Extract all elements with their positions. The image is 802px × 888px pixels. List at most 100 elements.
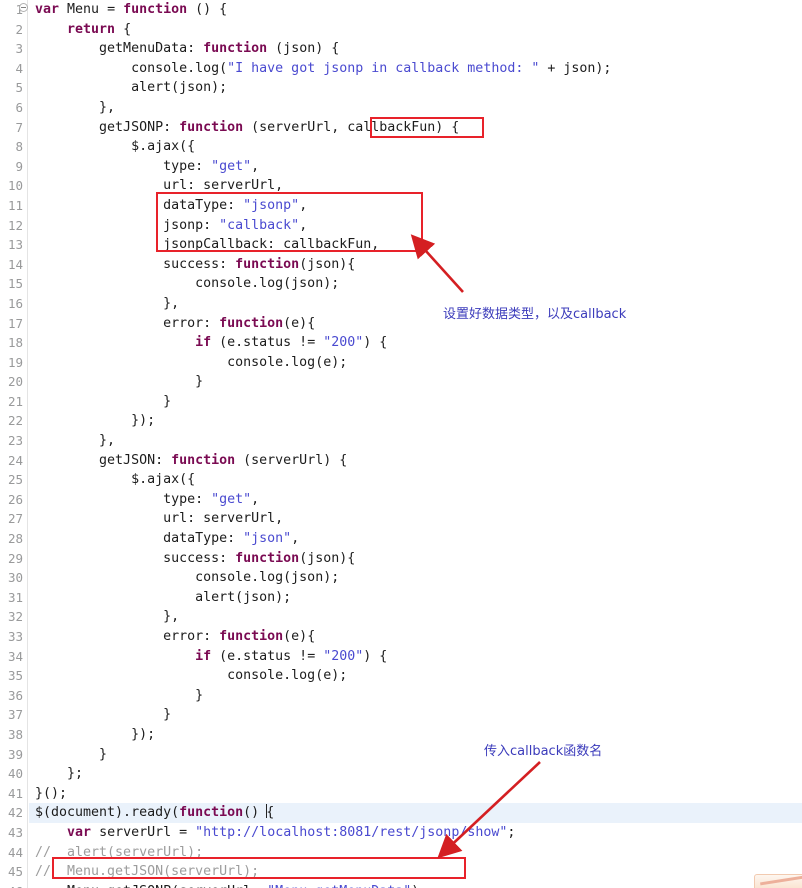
- code-token-plain: }: [35, 393, 172, 409]
- code-token-plain: (json){: [299, 550, 356, 566]
- code-line[interactable]: console.log(json);: [29, 274, 802, 294]
- code-line[interactable]: }: [29, 705, 802, 725]
- code-token-plain: serverUrl =: [91, 824, 196, 840]
- code-token-plain: $(document).ready(: [35, 805, 180, 821]
- code-token-plain: }: [35, 707, 172, 723]
- code-line[interactable]: success: function(json){: [29, 549, 802, 569]
- code-line[interactable]: getJSONP: function (serverUrl, callbackF…: [29, 118, 802, 138]
- line-number: 15: [7, 276, 23, 292]
- line-number: 12: [7, 217, 23, 233]
- anno-pass-callback-name: 传入callback函数名: [484, 744, 603, 759]
- code-line[interactable]: console.log(e);: [29, 353, 802, 373]
- code-line[interactable]: });: [29, 411, 802, 431]
- code-line[interactable]: },: [29, 98, 802, 118]
- code-token-plain: success:: [35, 256, 236, 272]
- line-number: 36: [7, 687, 23, 703]
- code-token-plain: });: [35, 413, 156, 429]
- line-number: 46: [0, 882, 27, 888]
- code-line[interactable]: });: [29, 725, 802, 745]
- code-line[interactable]: console.log("I have got jsonp in callbac…: [29, 59, 802, 79]
- code-token-kw: function: [123, 2, 188, 17]
- code-line-current[interactable]: $(document).ready(function() {: [29, 803, 802, 823]
- code-token-kw: function: [235, 550, 300, 566]
- code-token-str: "Menu.getMenuData": [267, 884, 411, 888]
- code-line[interactable]: url: serverUrl,: [29, 509, 802, 529]
- code-token-plain: $.ajax({: [35, 472, 196, 488]
- code-line[interactable]: }();: [29, 784, 802, 804]
- line-number: 39: [7, 746, 23, 762]
- code-token-kw: var: [67, 824, 92, 840]
- code-line[interactable]: console.log(e);: [29, 666, 802, 686]
- code-line[interactable]: $.ajax({: [29, 470, 802, 490]
- code-token-plain: ,: [299, 217, 308, 233]
- code-line[interactable]: url: serverUrl,: [29, 176, 802, 196]
- code-line[interactable]: },: [29, 294, 802, 314]
- line-number: 25: [7, 472, 23, 488]
- code-line[interactable]: $.ajax({: [29, 137, 802, 157]
- line-number: 34: [7, 648, 23, 664]
- code-line[interactable]: }: [29, 392, 802, 412]
- line-number: 22: [7, 413, 23, 429]
- code-line[interactable]: },: [29, 607, 802, 627]
- line-number: 35: [7, 668, 23, 684]
- line-number: 33: [7, 629, 23, 644]
- code-line[interactable]: jsonp: "callback",: [29, 216, 802, 236]
- code-line[interactable]: success: function(json){: [29, 255, 802, 275]
- code-line[interactable]: getMenuData: function (json) {: [29, 39, 802, 59]
- code-line[interactable]: jsonpCallback: callbackFun,: [29, 235, 802, 255]
- line-number: 40: [7, 766, 23, 782]
- code-content-area[interactable]: var Menu = function () { return { getMen…: [29, 0, 802, 888]
- code-token-plain: },: [35, 295, 180, 311]
- code-line[interactable]: }: [29, 372, 802, 392]
- code-line[interactable]: var Menu = function () {: [29, 0, 802, 20]
- line-number: 10: [7, 178, 23, 194]
- code-token-plain: };: [35, 766, 84, 782]
- line-number: 13: [7, 237, 23, 253]
- code-line[interactable]: }: [29, 745, 802, 765]
- line-number: 30: [7, 570, 23, 586]
- code-line[interactable]: var serverUrl = "http://localhost:8081/r…: [29, 823, 802, 843]
- line-number: 31: [7, 589, 23, 605]
- code-line[interactable]: alert(json);: [29, 78, 802, 98]
- line-number: 5: [15, 80, 23, 96]
- code-line[interactable]: Menu.getJSONP(serverUrl, "Menu.getMenuDa…: [29, 882, 802, 888]
- code-line[interactable]: },: [29, 431, 802, 451]
- line-number: 43: [7, 824, 23, 840]
- code-line[interactable]: if (e.status != "200") {: [29, 647, 802, 667]
- code-line[interactable]: if (e.status != "200") {: [29, 333, 802, 353]
- collapse-minus-icon[interactable]: [19, 3, 28, 12]
- code-token-str: "json": [243, 531, 292, 547]
- code-line[interactable]: };: [29, 764, 802, 784]
- code-line[interactable]: dataType: "json",: [29, 529, 802, 549]
- code-line[interactable]: // Menu.getJSON(serverUrl);: [29, 862, 802, 882]
- code-line[interactable]: error: function(e){: [29, 627, 802, 647]
- line-number-gutter[interactable]: 1234567891011121314151617181920212223242…: [0, 0, 28, 888]
- line-number: 7: [15, 119, 23, 135]
- line-number: 23: [7, 433, 23, 449]
- code-token-plain: jsonp:: [35, 217, 220, 233]
- code-token-plain: });: [35, 726, 156, 742]
- code-token-plain: ,: [251, 158, 260, 174]
- code-line[interactable]: alert(json);: [29, 588, 802, 608]
- code-line[interactable]: return {: [29, 20, 802, 40]
- code-editor[interactable]: 1234567891011121314151617181920212223242…: [0, 0, 802, 888]
- code-token-kw: function: [203, 41, 268, 57]
- code-token-plain: (serverUrl) {: [235, 452, 348, 468]
- code-token-plain: getMenuData:: [35, 41, 204, 57]
- code-token-str: "I have got jsonp in callback method: ": [227, 60, 540, 76]
- code-token-kw: if: [195, 648, 212, 664]
- code-token-str: "http://localhost:8081/rest/jsonp/show": [195, 824, 508, 840]
- code-line[interactable]: }: [29, 686, 802, 706]
- code-token-str: "200": [323, 335, 364, 351]
- code-line[interactable]: error: function(e){: [29, 314, 802, 334]
- code-token-plain: console.log(e);: [35, 668, 348, 684]
- code-token-plain: (json){: [299, 256, 356, 272]
- code-token-plain: type:: [35, 491, 212, 507]
- code-line[interactable]: // alert(serverUrl);: [29, 843, 802, 863]
- code-line[interactable]: getJSON: function (serverUrl) {: [29, 451, 802, 471]
- code-line[interactable]: type: "get",: [29, 157, 802, 177]
- code-line[interactable]: dataType: "jsonp",: [29, 196, 802, 216]
- code-line[interactable]: console.log(json);: [29, 568, 802, 588]
- code-line[interactable]: type: "get",: [29, 490, 802, 510]
